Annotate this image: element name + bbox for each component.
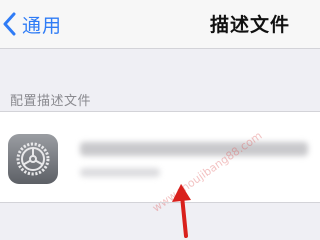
navigation-bar: 通用 描述文件: [0, 0, 320, 48]
settings-gear-icon: [8, 134, 58, 184]
profile-row[interactable]: www.shoujibang88.com: [0, 112, 320, 215]
back-button-label: 通用: [22, 14, 63, 37]
navbar-divider: [0, 48, 320, 49]
red-arrow-annotation: [172, 184, 191, 238]
chevron-left-icon: [3, 12, 16, 36]
row-bottom-divider: [0, 202, 320, 203]
redacted-profile-name: [80, 142, 308, 156]
section-header: 配置描述文件: [10, 94, 92, 109]
page-title: 描述文件: [209, 14, 290, 36]
redacted-profile-detail: [80, 168, 160, 177]
back-button[interactable]: 通用: [0, 8, 80, 40]
